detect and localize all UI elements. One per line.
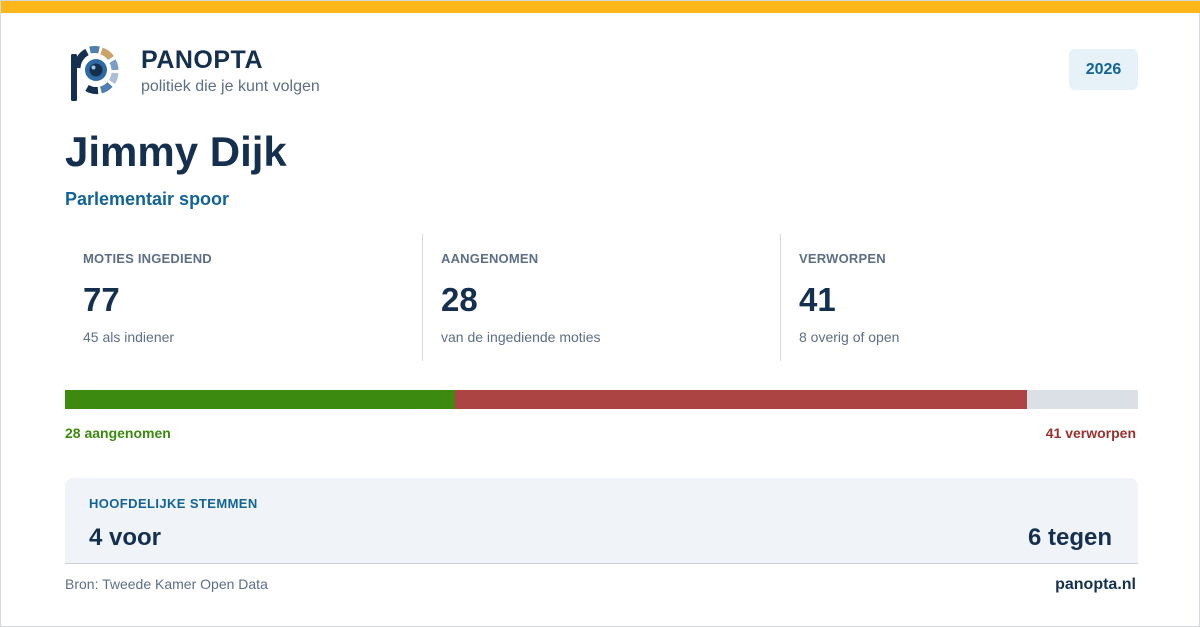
stat-label: VERWORPEN: [799, 251, 886, 266]
accent-top-bar: [1, 1, 1200, 13]
person-name: Jimmy Dijk: [65, 128, 287, 175]
site-link[interactable]: panopta.nl: [1055, 576, 1136, 594]
brand-name: PANOPTA: [141, 46, 264, 74]
stat-sub: van de ingediende moties: [441, 329, 601, 345]
stat-motions-submitted: MOTIES INGEDIEND 77 45 als indiener: [65, 234, 422, 361]
stat-value: 28: [441, 281, 478, 318]
result-progress-bar: [65, 390, 1138, 409]
share-card: PANOPTA politiek die je kunt volgen 2026…: [0, 0, 1200, 627]
stat-sub: 8 overig of open: [799, 329, 900, 345]
votes-title: HOOFDELIJKE STEMMEN: [89, 496, 258, 511]
rejected-bar-segment: [455, 390, 1027, 409]
source-note: Bron: Tweede Kamer Open Data: [65, 576, 268, 592]
stat-value: 77: [83, 281, 120, 318]
stat-sub: 45 als indiener: [83, 329, 175, 345]
brand-tagline: politiek die je kunt volgen: [141, 78, 320, 95]
section-subtitle: Parlementair spoor: [65, 189, 230, 209]
adopted-bar-segment: [65, 390, 456, 409]
adopted-legend: 28 aangenomen: [65, 425, 171, 441]
stats-row: MOTIES INGEDIEND 77 45 als indiener AANG…: [65, 234, 1138, 361]
stat-value: 41: [799, 281, 836, 318]
votes-for: 4 voor: [89, 524, 162, 551]
stat-rejected: VERWORPEN 41 8 overig of open: [780, 234, 1138, 361]
panopta-eye-logo-icon: [71, 45, 119, 101]
roll-call-votes-panel: HOOFDELIJKE STEMMEN 4 voor 6 tegen: [65, 478, 1138, 564]
rejected-legend: 41 verworpen: [1045, 425, 1136, 441]
stat-label: MOTIES INGEDIEND: [83, 251, 212, 266]
year-badge: 2026: [1069, 49, 1138, 90]
stat-label: AANGENOMEN: [441, 251, 539, 266]
votes-against: 6 tegen: [1027, 524, 1112, 551]
stat-adopted: AANGENOMEN 28 van de ingediende moties: [422, 234, 780, 361]
